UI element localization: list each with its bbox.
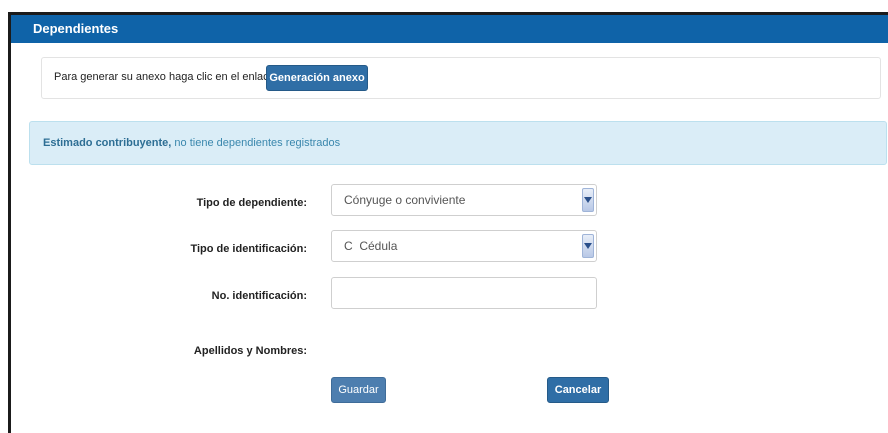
apellidos-nombres-label: Apellidos y Nombres: (193, 345, 307, 357)
tipo-dependiente-label: Tipo de dependiente: (196, 197, 307, 209)
panel-title: Dependientes (11, 15, 888, 43)
no-identificacion-input[interactable] (331, 277, 597, 309)
generacion-anexo-button[interactable]: Generación anexo (266, 65, 368, 91)
anexo-instruction: Para generar su anexo haga clic en el en… (54, 71, 275, 83)
cancelar-button[interactable]: Cancelar (547, 377, 609, 403)
chevron-down-icon[interactable] (582, 234, 594, 258)
alert-strong: Estimado contribuyente, (43, 137, 172, 149)
tipo-identificacion-value: C Cédula (344, 239, 398, 253)
info-alert: Estimado contribuyente, no tiene dependi… (29, 121, 887, 165)
no-identificacion-label: No. identificación: (211, 290, 307, 302)
tipo-dependiente-select[interactable]: Cónyuge o conviviente (331, 184, 597, 216)
alert-text: no tiene dependientes registrados (171, 137, 341, 149)
tipo-identificacion-label: Tipo de identificación: (190, 243, 307, 255)
anexo-box: Para generar su anexo haga clic en el en… (41, 57, 881, 99)
tipo-identificacion-select[interactable]: C Cédula (331, 230, 597, 262)
chevron-down-icon[interactable] (582, 188, 594, 212)
guardar-button[interactable]: Guardar (331, 377, 386, 403)
tipo-dependiente-value: Cónyuge o conviviente (344, 193, 466, 207)
dependientes-panel: Dependientes Para generar su anexo haga … (8, 12, 888, 433)
